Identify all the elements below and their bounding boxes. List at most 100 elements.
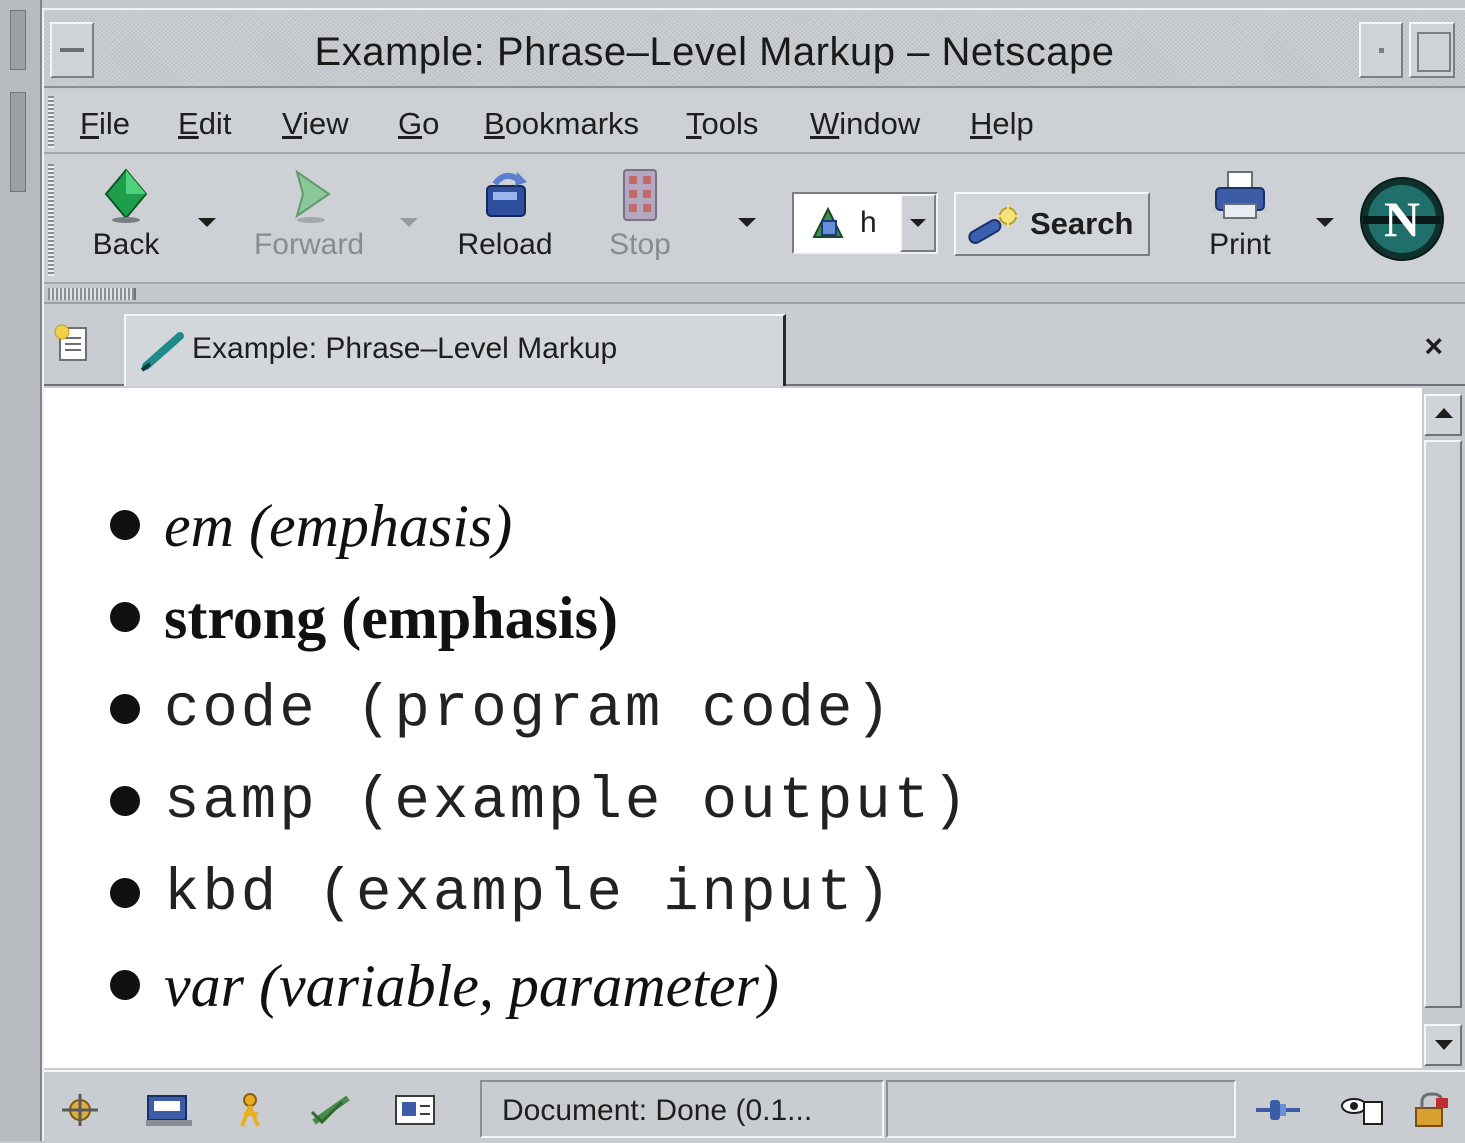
search-magnifier-icon: [968, 204, 1020, 244]
menu-tools-mnemonic: T: [686, 106, 702, 141]
page-proxy-icon: [812, 206, 844, 238]
navigator-component-icon[interactable]: [58, 1092, 102, 1128]
url-text: h: [860, 206, 877, 239]
print-label: Print: [1209, 228, 1271, 261]
menu-help[interactable]: Help: [970, 106, 1034, 142]
minimize-button[interactable]: [1359, 22, 1403, 78]
list-item-text: kbd (example input): [164, 860, 894, 927]
back-label: Back: [92, 228, 160, 261]
navigation-toolbar: Back Forward Reload Stop h Search Print …: [44, 156, 1465, 284]
mail-component-icon[interactable]: [144, 1092, 194, 1128]
toolbar-collapse-strip: [44, 286, 1465, 304]
list-item: samp (example output): [110, 756, 971, 848]
bullet-icon: [110, 510, 140, 540]
status-bar: Document: Done (0.1...: [44, 1070, 1465, 1143]
window-menu-button[interactable]: [50, 22, 94, 78]
netscape-logo-icon: N: [1360, 177, 1444, 261]
scroll-thumb[interactable]: [1424, 440, 1462, 1008]
toolbar-grip[interactable]: [48, 164, 54, 276]
menu-tools[interactable]: Tools: [686, 106, 758, 142]
menu-view[interactable]: View: [282, 106, 349, 142]
bullet-icon: [110, 878, 140, 908]
menu-file[interactable]: File: [80, 106, 130, 142]
status-text: Document: Done (0.1...: [502, 1094, 813, 1127]
online-connection-icon[interactable]: [1254, 1092, 1302, 1128]
list-item-text: code (program code): [164, 676, 894, 743]
list-item: strong (emphasis): [110, 572, 971, 664]
new-tab-button[interactable]: [52, 324, 92, 369]
green-arrow-left-icon: [104, 168, 148, 223]
tab-active[interactable]: Example: Phrase–Level Markup: [124, 314, 786, 386]
desktop-edge-notch: [10, 10, 26, 70]
forward-history-dropdown[interactable]: [400, 218, 418, 227]
bullet-icon: [110, 970, 140, 1000]
menu-bar: File Edit View Go Bookmarks Tools Window…: [44, 90, 1465, 154]
menu-edit[interactable]: Edit: [178, 106, 231, 142]
progress-panel: [886, 1080, 1236, 1138]
back-button[interactable]: Back: [84, 168, 168, 262]
menubar-grip[interactable]: [48, 96, 54, 148]
menu-window[interactable]: Window: [810, 106, 920, 142]
bullet-icon: [110, 602, 140, 632]
menu-go[interactable]: Go: [398, 106, 439, 142]
status-text-panel: Document: Done (0.1...: [480, 1080, 884, 1138]
toolbar-collapse-handle[interactable]: [48, 288, 136, 300]
title-bar[interactable]: Example: Phrase–Level Markup – Netscape: [44, 12, 1465, 88]
menu-file-mnemonic: F: [80, 106, 99, 141]
bullet-icon: [110, 694, 140, 724]
menu-window-label: indow: [839, 106, 921, 141]
composer-icon[interactable]: [308, 1092, 356, 1128]
bullet-icon: [110, 786, 140, 816]
menu-bookmarks[interactable]: Bookmarks: [484, 106, 639, 142]
list-item-text: var (variable, parameter): [164, 953, 779, 1019]
scroll-up-button[interactable]: [1424, 394, 1462, 436]
menu-edit-label: dit: [198, 106, 232, 141]
search-label: Search: [1030, 206, 1134, 241]
menu-file-label: ile: [98, 106, 130, 141]
menu-window-mnemonic: W: [810, 106, 840, 141]
stop-label: Stop: [609, 228, 671, 261]
new-tab-icon: [54, 324, 87, 361]
menu-help-mnemonic: H: [970, 106, 993, 141]
desktop-edge-notch: [10, 92, 26, 192]
maximize-button[interactable]: [1409, 22, 1455, 78]
stop-icon: [623, 169, 657, 221]
search-button[interactable]: Search: [954, 192, 1150, 256]
back-history-dropdown[interactable]: [198, 218, 216, 227]
print-dropdown[interactable]: [1316, 218, 1334, 227]
vertical-scrollbar[interactable]: [1422, 388, 1465, 1068]
instant-messenger-icon[interactable]: [232, 1092, 268, 1128]
netscape-logo[interactable]: N: [1359, 176, 1445, 267]
list-item-text: strong (emphasis): [164, 585, 618, 651]
reload-label: Reload: [457, 228, 553, 261]
menu-edit-mnemonic: E: [178, 106, 199, 141]
menu-go-label: o: [422, 106, 440, 141]
security-lock-icon[interactable]: [1412, 1092, 1452, 1128]
tab-label: Example: Phrase–Level Markup: [192, 332, 618, 365]
reload-icon: [486, 172, 527, 217]
page-content: em (emphasis) strong (emphasis) code (pr…: [44, 388, 1422, 1068]
list-item: code (program code): [110, 664, 971, 756]
forward-label: Forward: [253, 228, 365, 261]
close-tab-button[interactable]: ×: [1424, 328, 1443, 365]
menu-bookmarks-label: ookmarks: [504, 106, 640, 141]
toolbar-overflow-dropdown[interactable]: [738, 218, 756, 227]
list-item: em (emphasis): [110, 480, 971, 572]
desktop-edge: [0, 0, 42, 1141]
list-item: var (variable, parameter): [110, 940, 971, 1032]
reload-button[interactable]: Reload: [450, 168, 560, 262]
stop-button[interactable]: Stop: [600, 168, 680, 262]
print-button[interactable]: Print: [1194, 170, 1286, 262]
menu-tools-label: ools: [701, 106, 759, 141]
tab-bar: Example: Phrase–Level Markup ×: [44, 306, 1465, 386]
phrase-markup-list: em (emphasis) strong (emphasis) code (pr…: [110, 480, 971, 1032]
url-history-dropdown[interactable]: [900, 194, 936, 252]
window-title: Example: Phrase–Level Markup – Netscape: [314, 30, 1115, 74]
menu-go-mnemonic: G: [398, 106, 423, 141]
forward-button[interactable]: Forward: [244, 168, 374, 262]
scroll-down-button[interactable]: [1424, 1024, 1462, 1066]
menu-bookmarks-mnemonic: B: [484, 106, 505, 141]
address-book-icon[interactable]: [392, 1092, 438, 1128]
privacy-cookie-icon[interactable]: [1340, 1092, 1386, 1128]
list-item-text: em (emphasis): [164, 493, 513, 559]
